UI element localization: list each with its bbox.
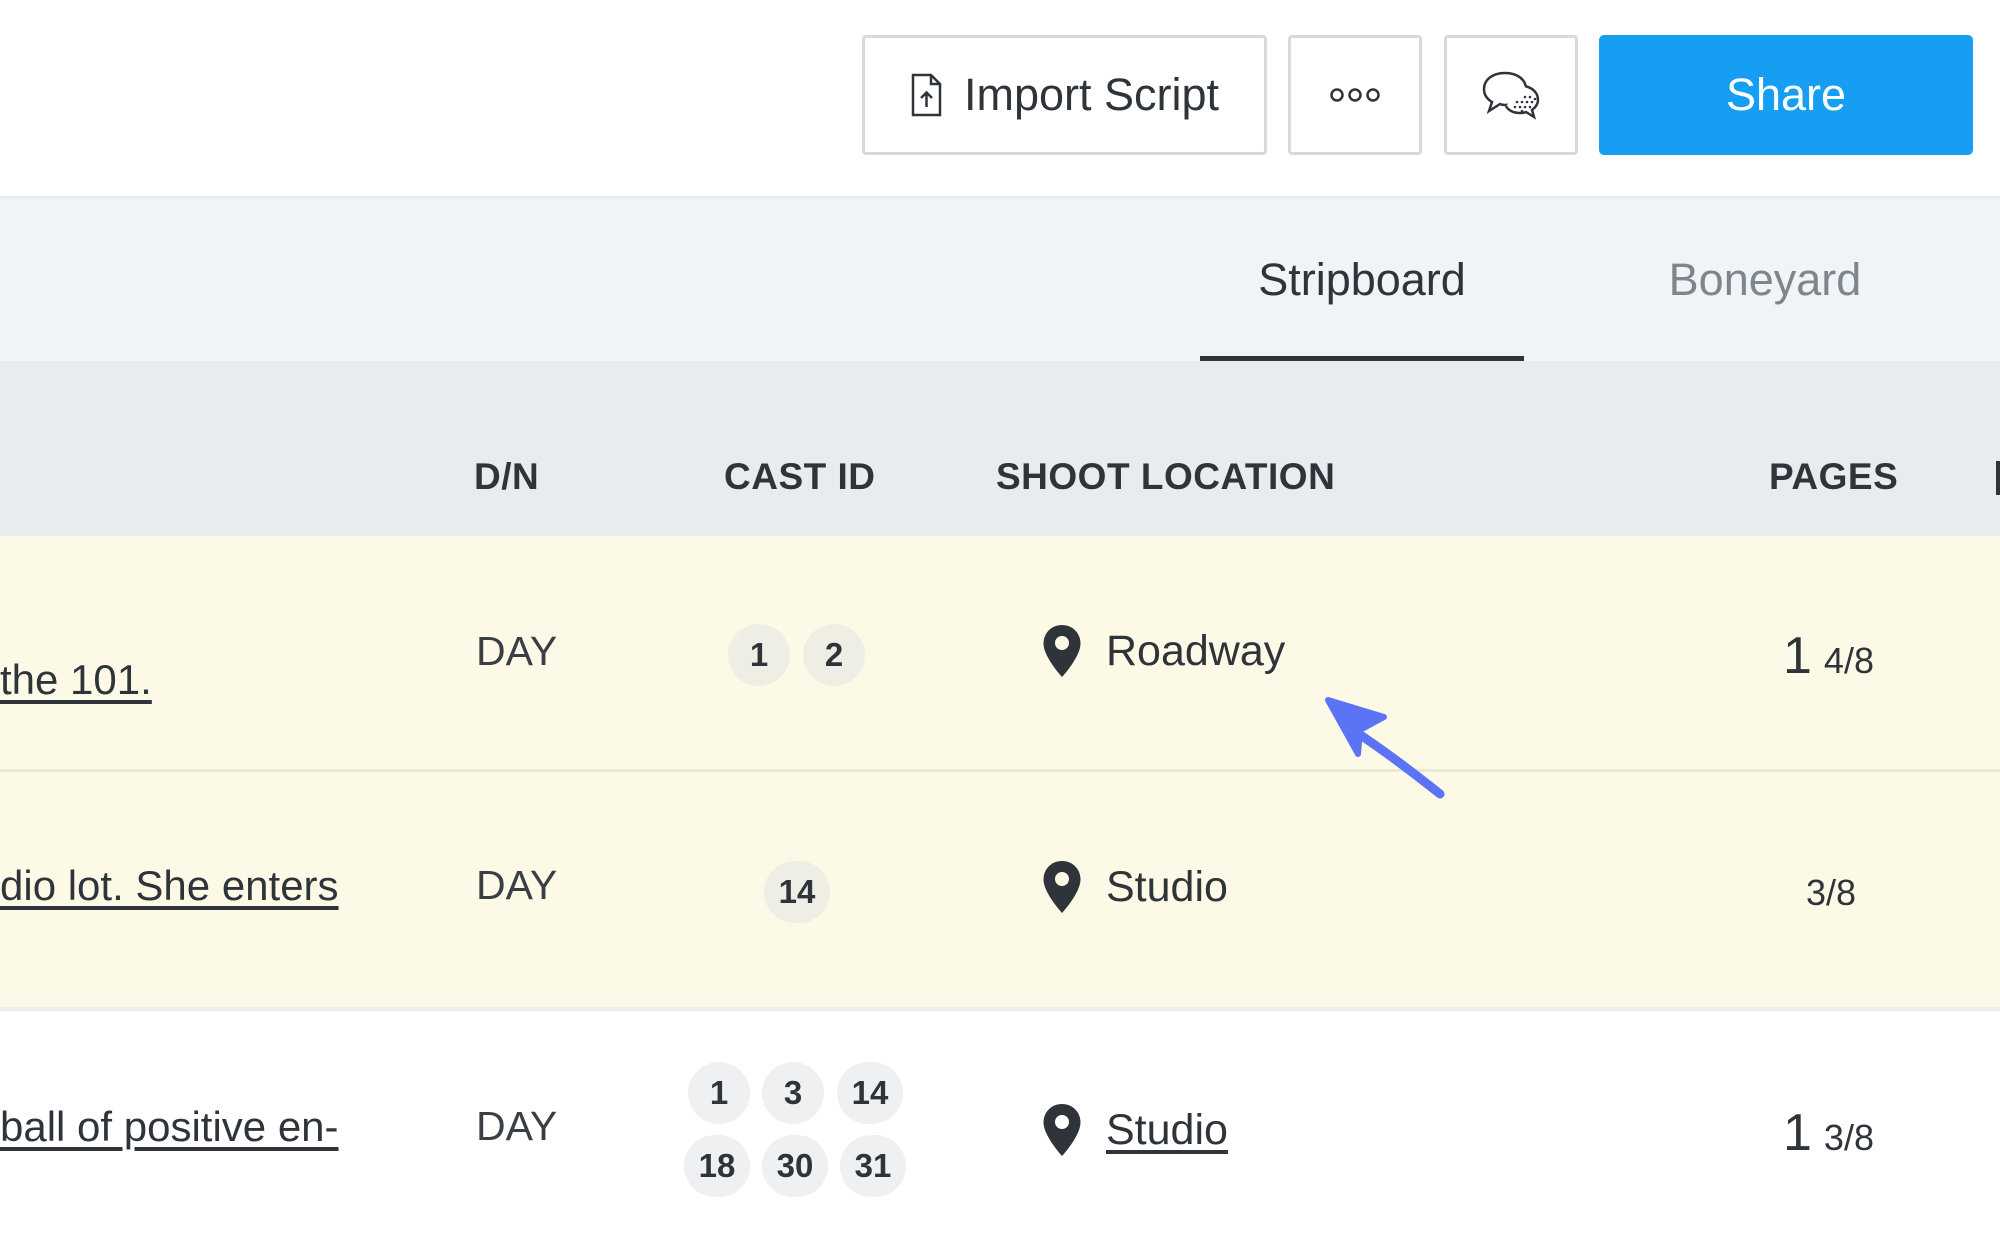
- top-toolbar: Import Script Share: [0, 0, 2000, 196]
- map-pin-icon: [1043, 1104, 1081, 1156]
- tab-stripboard-label: Stripboard: [1258, 254, 1466, 305]
- import-script-button[interactable]: Import Script: [862, 35, 1267, 155]
- table-row[interactable]: ball of positive en- DAY 1 3 14 18 30 31…: [0, 1011, 2000, 1240]
- shoot-location[interactable]: Roadway: [1042, 624, 1285, 678]
- column-header-pages[interactable]: PAGES: [1769, 456, 1898, 498]
- share-button[interactable]: Share: [1599, 35, 1973, 155]
- cast-id-chip[interactable]: 3: [762, 1062, 824, 1124]
- page-count-whole: 1: [1783, 1104, 1812, 1162]
- page-count: 3/8: [1806, 872, 1856, 914]
- table-header: D/N CAST ID SHOOT LOCATION PAGES: [0, 361, 2000, 536]
- column-header-cast-id[interactable]: CAST ID: [724, 456, 876, 498]
- import-script-label: Import Script: [963, 69, 1220, 120]
- cast-id-chip[interactable]: 18: [684, 1135, 750, 1197]
- day-night-value: DAY: [476, 1103, 558, 1149]
- page-count: 1 4/8: [1783, 626, 1874, 686]
- pointer-arrow-icon: [1325, 697, 1445, 799]
- cast-id-chip[interactable]: 31: [840, 1135, 906, 1197]
- more-options-button[interactable]: [1288, 35, 1422, 155]
- scene-description[interactable]: dio lot. She enters: [0, 862, 339, 910]
- table-row[interactable]: dio lot. She enters DAY 14 Studio 3/8: [0, 772, 2000, 1011]
- page-count-fraction: 4/8: [1823, 640, 1874, 681]
- cast-id-chip[interactable]: 1: [688, 1062, 750, 1124]
- cast-id-chip[interactable]: 2: [803, 624, 865, 686]
- shoot-location[interactable]: Studio: [1042, 860, 1228, 914]
- page-count: 1 3/8: [1783, 1103, 1874, 1163]
- tab-boneyard-label: Boneyard: [1668, 254, 1862, 305]
- shoot-location-label: Roadway: [1106, 626, 1286, 675]
- column-header-shoot-location[interactable]: SHOOT LOCATION: [996, 456, 1335, 498]
- comments-button[interactable]: [1444, 35, 1578, 155]
- shoot-location-label: Studio: [1106, 862, 1228, 911]
- table-row[interactable]: the 101. DAY 1 2 Roadway 1 4/8: [0, 536, 2000, 772]
- column-header-next-edge: [1996, 461, 2000, 495]
- page-count-whole: 1: [1783, 627, 1812, 685]
- day-night-value: DAY: [476, 862, 558, 908]
- shoot-location[interactable]: Studio: [1042, 1103, 1228, 1157]
- file-upload-icon: [911, 73, 942, 117]
- more-horizontal-icon: [1330, 88, 1380, 102]
- chat-bubbles-icon: [1482, 71, 1540, 120]
- scene-description[interactable]: ball of positive en-: [0, 1103, 339, 1151]
- cast-id-chip[interactable]: 30: [762, 1135, 828, 1197]
- cast-id-chip[interactable]: 14: [837, 1062, 903, 1124]
- page-count-fraction: 3/8: [1823, 1117, 1874, 1158]
- column-header-dn[interactable]: D/N: [474, 456, 539, 498]
- day-night-value: DAY: [476, 628, 558, 674]
- shoot-location-link[interactable]: Studio: [1106, 1106, 1228, 1155]
- share-label: Share: [1725, 69, 1847, 120]
- map-pin-icon: [1043, 625, 1081, 677]
- cast-id-chip[interactable]: 14: [764, 861, 830, 923]
- map-pin-icon: [1043, 861, 1081, 913]
- scene-description[interactable]: the 101.: [0, 656, 152, 704]
- tab-boneyard[interactable]: Boneyard: [1640, 199, 1890, 361]
- view-tabs: Stripboard Boneyard: [0, 199, 2000, 361]
- cast-id-chip[interactable]: 1: [728, 624, 790, 686]
- tab-stripboard[interactable]: Stripboard: [1200, 199, 1524, 361]
- page-count-fraction: 3/8: [1806, 872, 1857, 913]
